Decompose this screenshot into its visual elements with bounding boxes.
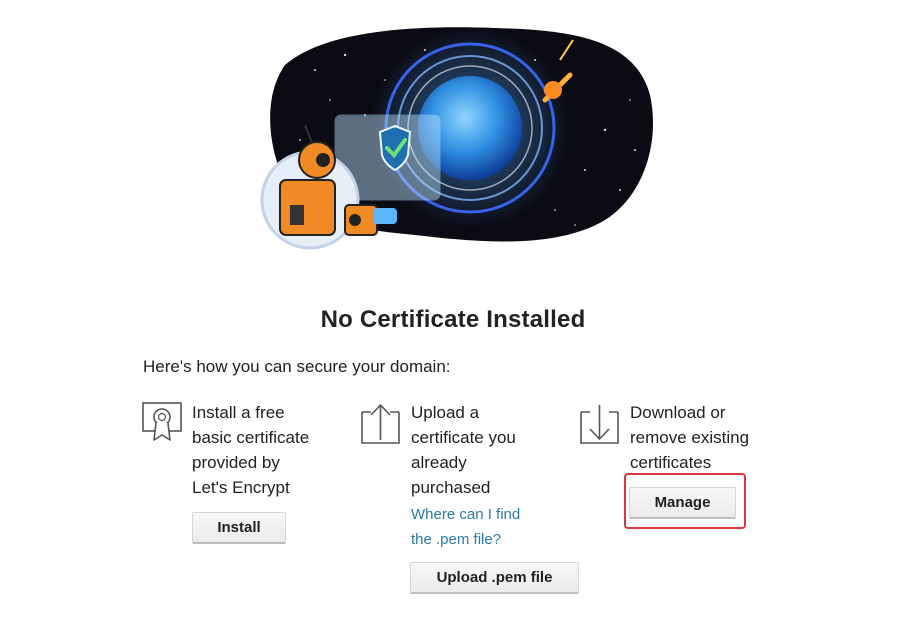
ssl-page: No Certificate Installed Here's how you … <box>0 0 906 627</box>
option-manage-text: Download or remove existing certificates <box>630 403 750 472</box>
page-subtitle: Here's how you can secure your domain: <box>143 357 451 376</box>
manage-button[interactable]: Manage <box>629 487 736 519</box>
pem-help-link[interactable]: Where can I find the .pem file? <box>411 502 551 552</box>
download-icon <box>580 405 619 444</box>
certificate-icon <box>142 402 182 441</box>
option-install-text: Install a free basic certificate provide… <box>192 403 310 497</box>
option-upload-text: Upload a certificate you already purchas… <box>411 403 516 497</box>
install-button[interactable]: Install <box>192 512 286 544</box>
upload-pem-button[interactable]: Upload .pem file <box>410 562 579 594</box>
page-title: No Certificate Installed <box>320 306 586 333</box>
space-robot-illustration <box>260 27 653 250</box>
upload-icon <box>361 404 400 444</box>
